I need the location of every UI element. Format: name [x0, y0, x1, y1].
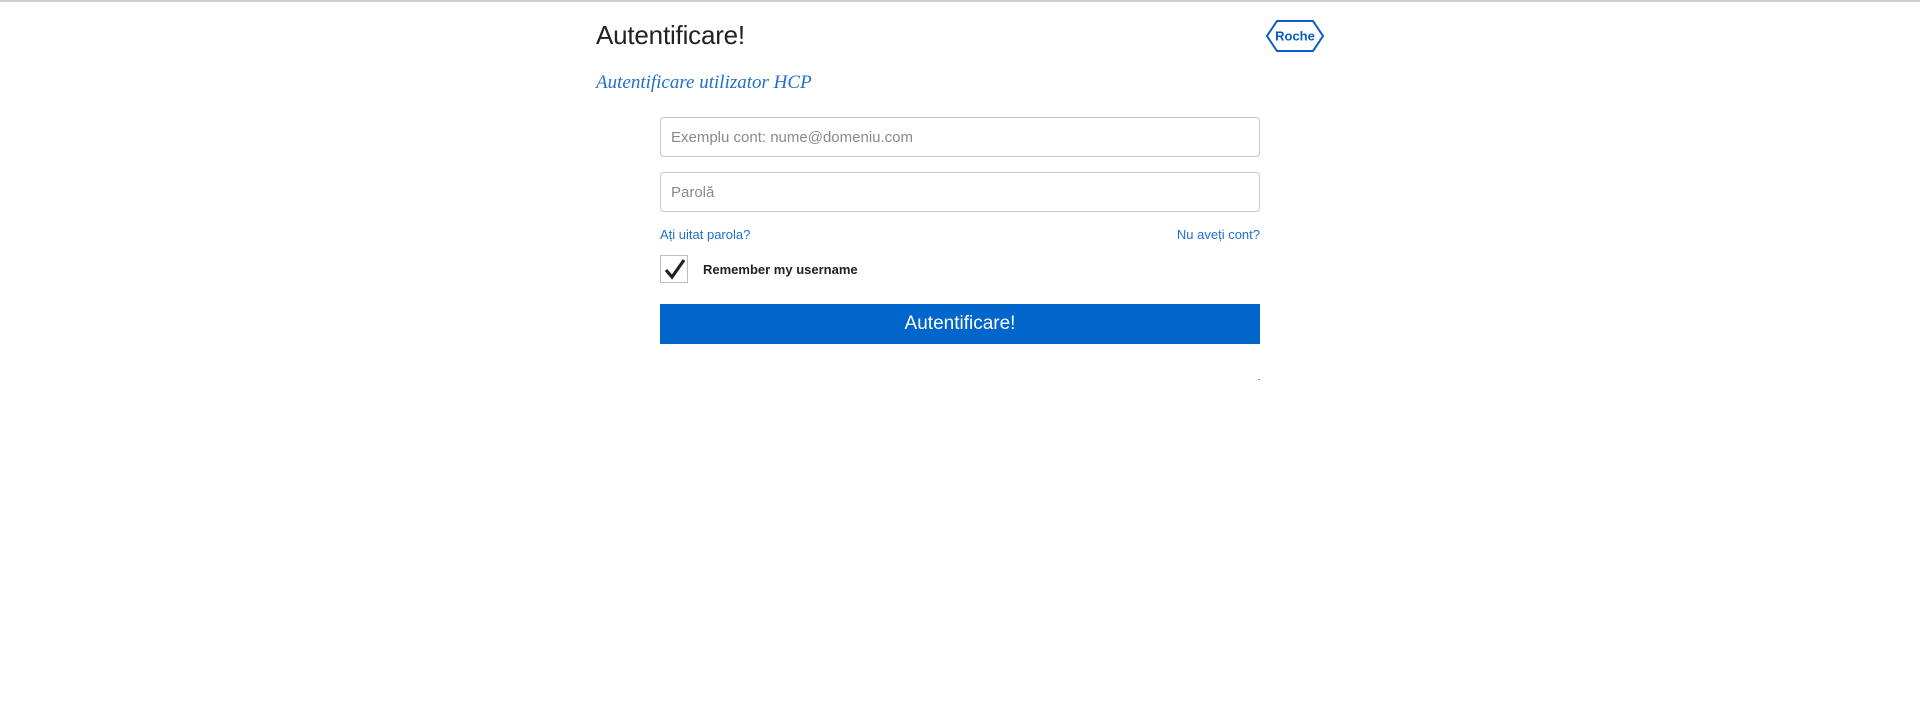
roche-logo: Roche	[1265, 19, 1325, 53]
register-link[interactable]: Nu aveți cont?	[1177, 227, 1260, 242]
remember-username-label: Remember my username	[703, 262, 858, 277]
remember-username-checkbox[interactable]	[660, 255, 688, 283]
forgot-password-link[interactable]: Ați uitat parola?	[660, 227, 750, 242]
subtitle: Autentificare utilizator HCP	[596, 72, 812, 93]
decorative-dot	[1258, 379, 1260, 380]
login-button[interactable]: Autentificare!	[660, 304, 1260, 344]
checkmark-icon	[664, 259, 686, 280]
remember-username-row: Remember my username	[660, 255, 1260, 285]
password-field[interactable]	[660, 172, 1260, 212]
logo-text: Roche	[1275, 29, 1315, 44]
email-field[interactable]	[660, 117, 1260, 157]
roche-hexagon-icon: Roche	[1265, 20, 1325, 52]
login-page: Autentificare! Roche Autentificare utili…	[596, 0, 1325, 704]
page-title: Autentificare!	[596, 20, 745, 50]
